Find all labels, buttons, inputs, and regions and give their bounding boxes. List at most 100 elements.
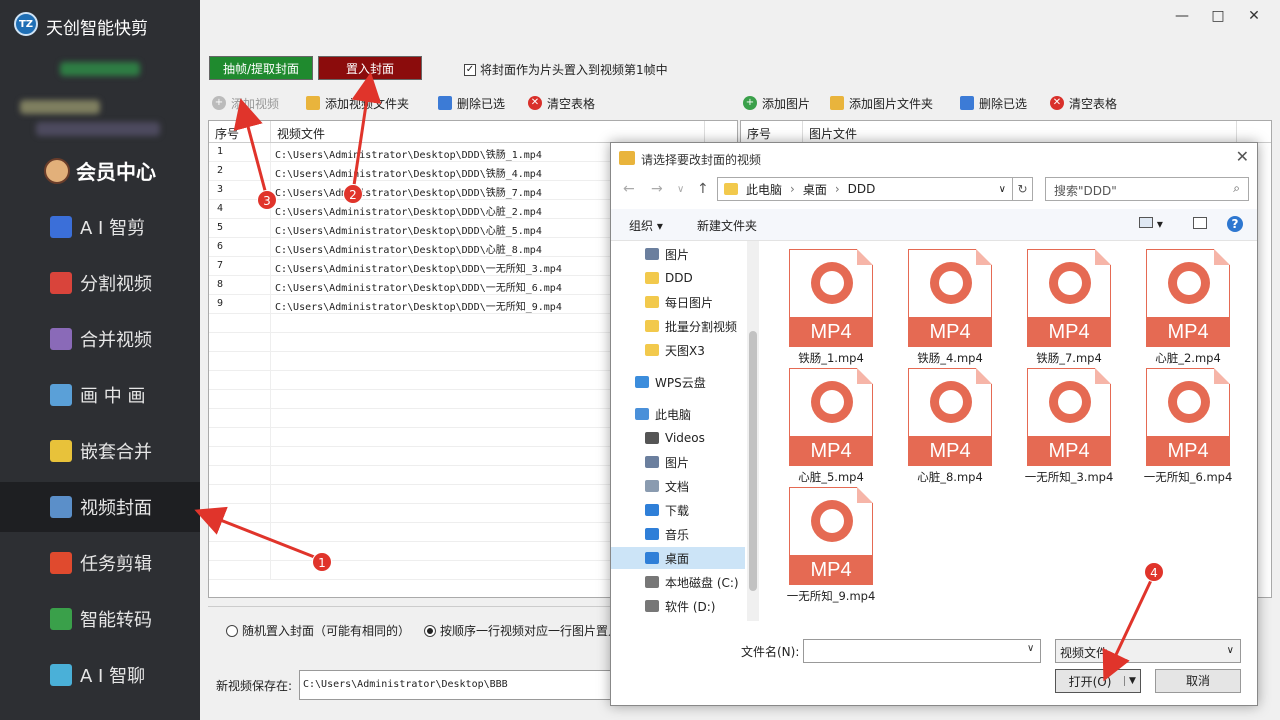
tree-item[interactable]: 图片 <box>611 243 745 265</box>
delete-selected-image-button[interactable]: 删除已选 <box>960 93 1027 113</box>
file-item[interactable]: MP4 一无所知_6.mp4 <box>1133 368 1243 486</box>
sidebar-item-2[interactable]: 合并视频 <box>0 314 200 364</box>
tree-item[interactable]: 天图X3 <box>611 339 745 361</box>
sequential-radio[interactable]: 按顺序一行视频对应一行图片置入 <box>424 622 614 639</box>
breadcrumb-ddd[interactable]: DDD <box>848 182 876 196</box>
address-dropdown-icon[interactable]: ∨ <box>999 184 1006 195</box>
tree-item[interactable]: WPS云盘 <box>611 371 745 393</box>
dialog-close-button[interactable]: ✕ <box>1236 147 1249 166</box>
file-item[interactable]: MP4 一无所知_9.mp4 <box>776 487 886 605</box>
folder-icon <box>724 183 738 195</box>
tree-item-label: 音乐 <box>665 527 690 542</box>
tree-item-label: 图片 <box>665 247 690 262</box>
app-title: 天创智能快剪 <box>46 19 148 39</box>
blurred-username <box>60 62 140 76</box>
random-radio[interactable]: 随机置入封面（可能有相同的） <box>226 622 410 639</box>
file-item[interactable]: MP4 心脏_5.mp4 <box>776 368 886 486</box>
tree-item[interactable]: 文档 <box>611 475 745 497</box>
pip-icon <box>50 384 72 406</box>
place-cover-button[interactable]: 置入封面 <box>318 56 422 80</box>
file-type-badge: MP4 <box>908 436 992 466</box>
tree-item[interactable]: 批量分割视频 <box>611 315 745 337</box>
address-bar[interactable]: 此电脑 › 桌面 › DDD ∨ <box>717 177 1013 201</box>
random-label: 随机置入封面（可能有相同的） <box>242 624 411 638</box>
file-name: 铁肠_1.mp4 <box>798 351 864 365</box>
sidebar-item-0[interactable]: A I 智剪 <box>0 202 200 252</box>
tree-item[interactable]: 本地磁盘 (C:) <box>611 571 745 593</box>
blurred-info-2 <box>36 122 160 136</box>
tree-item[interactable]: 每日图片 <box>611 291 745 313</box>
tree-item-icon <box>645 504 659 516</box>
folder-icon <box>306 96 320 110</box>
add-video-folder-button[interactable]: 添加视频文件夹 <box>306 93 409 113</box>
add-image-button[interactable]: + 添加图片 <box>743 93 810 113</box>
preview-pane-icon[interactable] <box>1193 217 1207 232</box>
first-frame-checkbox[interactable]: ✓ 将封面作为片头置入到视频第1帧中 <box>464 61 668 78</box>
tree-item[interactable]: Videos <box>611 427 745 449</box>
mp4-file-icon: MP4 <box>1146 249 1230 347</box>
recent-dropdown-icon[interactable]: ∨ <box>677 184 684 195</box>
file-item[interactable]: MP4 心脏_2.mp4 <box>1133 249 1243 367</box>
open-dropdown-icon[interactable]: ▼ <box>1124 676 1140 686</box>
tree-item[interactable]: 图片 <box>611 451 745 473</box>
file-item[interactable]: MP4 铁肠_7.mp4 <box>1014 249 1124 367</box>
back-icon[interactable]: ← <box>623 181 635 197</box>
save-path-label: 新视频保存在: <box>216 679 293 693</box>
blurred-info <box>20 100 100 114</box>
tree-item-label: 此电脑 <box>655 407 692 422</box>
help-icon[interactable]: ? <box>1227 216 1243 232</box>
tree-item[interactable]: 下载 <box>611 499 745 521</box>
sidebar-item-3[interactable]: 画 中 画 <box>0 370 200 420</box>
breadcrumb-desktop[interactable]: 桌面 <box>803 181 827 198</box>
row-video-path: C:\Users\Administrator\Desktop\DDD\心脏_5.… <box>275 226 542 237</box>
file-item[interactable]: MP4 铁肠_1.mp4 <box>776 249 886 367</box>
tree-item[interactable]: DDD <box>611 267 745 289</box>
file-item[interactable]: MP4 一无所知_3.mp4 <box>1014 368 1124 486</box>
extract-cover-button[interactable]: 抽帧/提取封面 <box>209 56 313 80</box>
tree-item[interactable]: 桌面 <box>611 547 745 569</box>
tree-item[interactable]: 软件 (D:) <box>611 595 745 617</box>
checkbox-box: ✓ <box>464 63 476 76</box>
checkbox-label: 将封面作为片头置入到视频第1帧中 <box>480 63 668 77</box>
add-video-button[interactable]: + 添加视频 <box>212 93 279 113</box>
cancel-button[interactable]: 取消 <box>1155 669 1241 693</box>
filetype-select[interactable]: 视频文件 ∨ <box>1055 639 1241 663</box>
up-icon[interactable]: ↑ <box>697 181 709 197</box>
tree-scrollbar[interactable] <box>747 241 759 621</box>
sidebar-item-6[interactable]: 任务剪辑 <box>0 538 200 588</box>
radio-circle <box>424 624 436 637</box>
search-input[interactable]: 搜索"DDD" ⌕ <box>1045 177 1249 201</box>
breadcrumb-this-pc[interactable]: 此电脑 <box>746 181 782 198</box>
tree-item[interactable]: 音乐 <box>611 523 745 545</box>
clear-image-table-button[interactable]: ✕ 清空表格 <box>1050 93 1117 113</box>
sidebar-item-8[interactable]: A I 智聊 <box>0 650 200 700</box>
row-index: 9 <box>209 295 271 313</box>
add-image-folder-button[interactable]: 添加图片文件夹 <box>830 93 933 113</box>
filename-label: 文件名(N): <box>741 645 800 659</box>
clear-video-table-button[interactable]: ✕ 清空表格 <box>528 93 595 113</box>
header-index: 序号 <box>209 121 271 142</box>
filename-dropdown-icon[interactable]: ∨ <box>1027 643 1034 654</box>
scroll-thumb[interactable] <box>749 331 757 591</box>
navigation-tree: 图片 DDD 每日图片 批量分割视频 天图X3 WPS云盘 此电脑 Videos 图片 文档 下载音… <box>611 241 747 621</box>
file-item[interactable]: MP4 心脏_8.mp4 <box>895 368 1005 486</box>
delete-selected-video-button[interactable]: 删除已选 <box>438 93 505 113</box>
save-path-input[interactable]: C:\Users\Administrator\Desktop\BBB <box>299 670 619 700</box>
sidebar-item-7[interactable]: 智能转码 <box>0 594 200 644</box>
tree-item[interactable]: 此电脑 <box>611 403 745 425</box>
sidebar-item-5[interactable]: 视频封面 <box>0 482 200 532</box>
organize-menu[interactable]: 组织 ▾ <box>629 217 663 234</box>
file-open-dialog: 请选择要改封面的视频 ✕ ← → ∨ ↑ 此电脑 › 桌面 › DDD ∨ ↻ … <box>610 142 1258 706</box>
open-button[interactable]: 打开(O) ▼ <box>1055 669 1141 693</box>
sequential-label: 按顺序一行视频对应一行图片置入 <box>440 624 614 638</box>
filename-input[interactable] <box>803 639 1041 663</box>
file-item[interactable]: MP4 铁肠_4.mp4 <box>895 249 1005 367</box>
forward-icon[interactable]: → <box>651 181 663 197</box>
tree-item-icon <box>635 376 649 388</box>
refresh-icon[interactable]: ↻ <box>1013 177 1033 201</box>
new-folder-button[interactable]: 新建文件夹 <box>697 217 757 234</box>
view-options-icon[interactable]: ▾ <box>1139 217 1163 231</box>
sidebar-item-4[interactable]: 嵌套合并 <box>0 426 200 476</box>
member-center[interactable]: 会员中心 <box>44 156 156 185</box>
sidebar-item-1[interactable]: 分割视频 <box>0 258 200 308</box>
